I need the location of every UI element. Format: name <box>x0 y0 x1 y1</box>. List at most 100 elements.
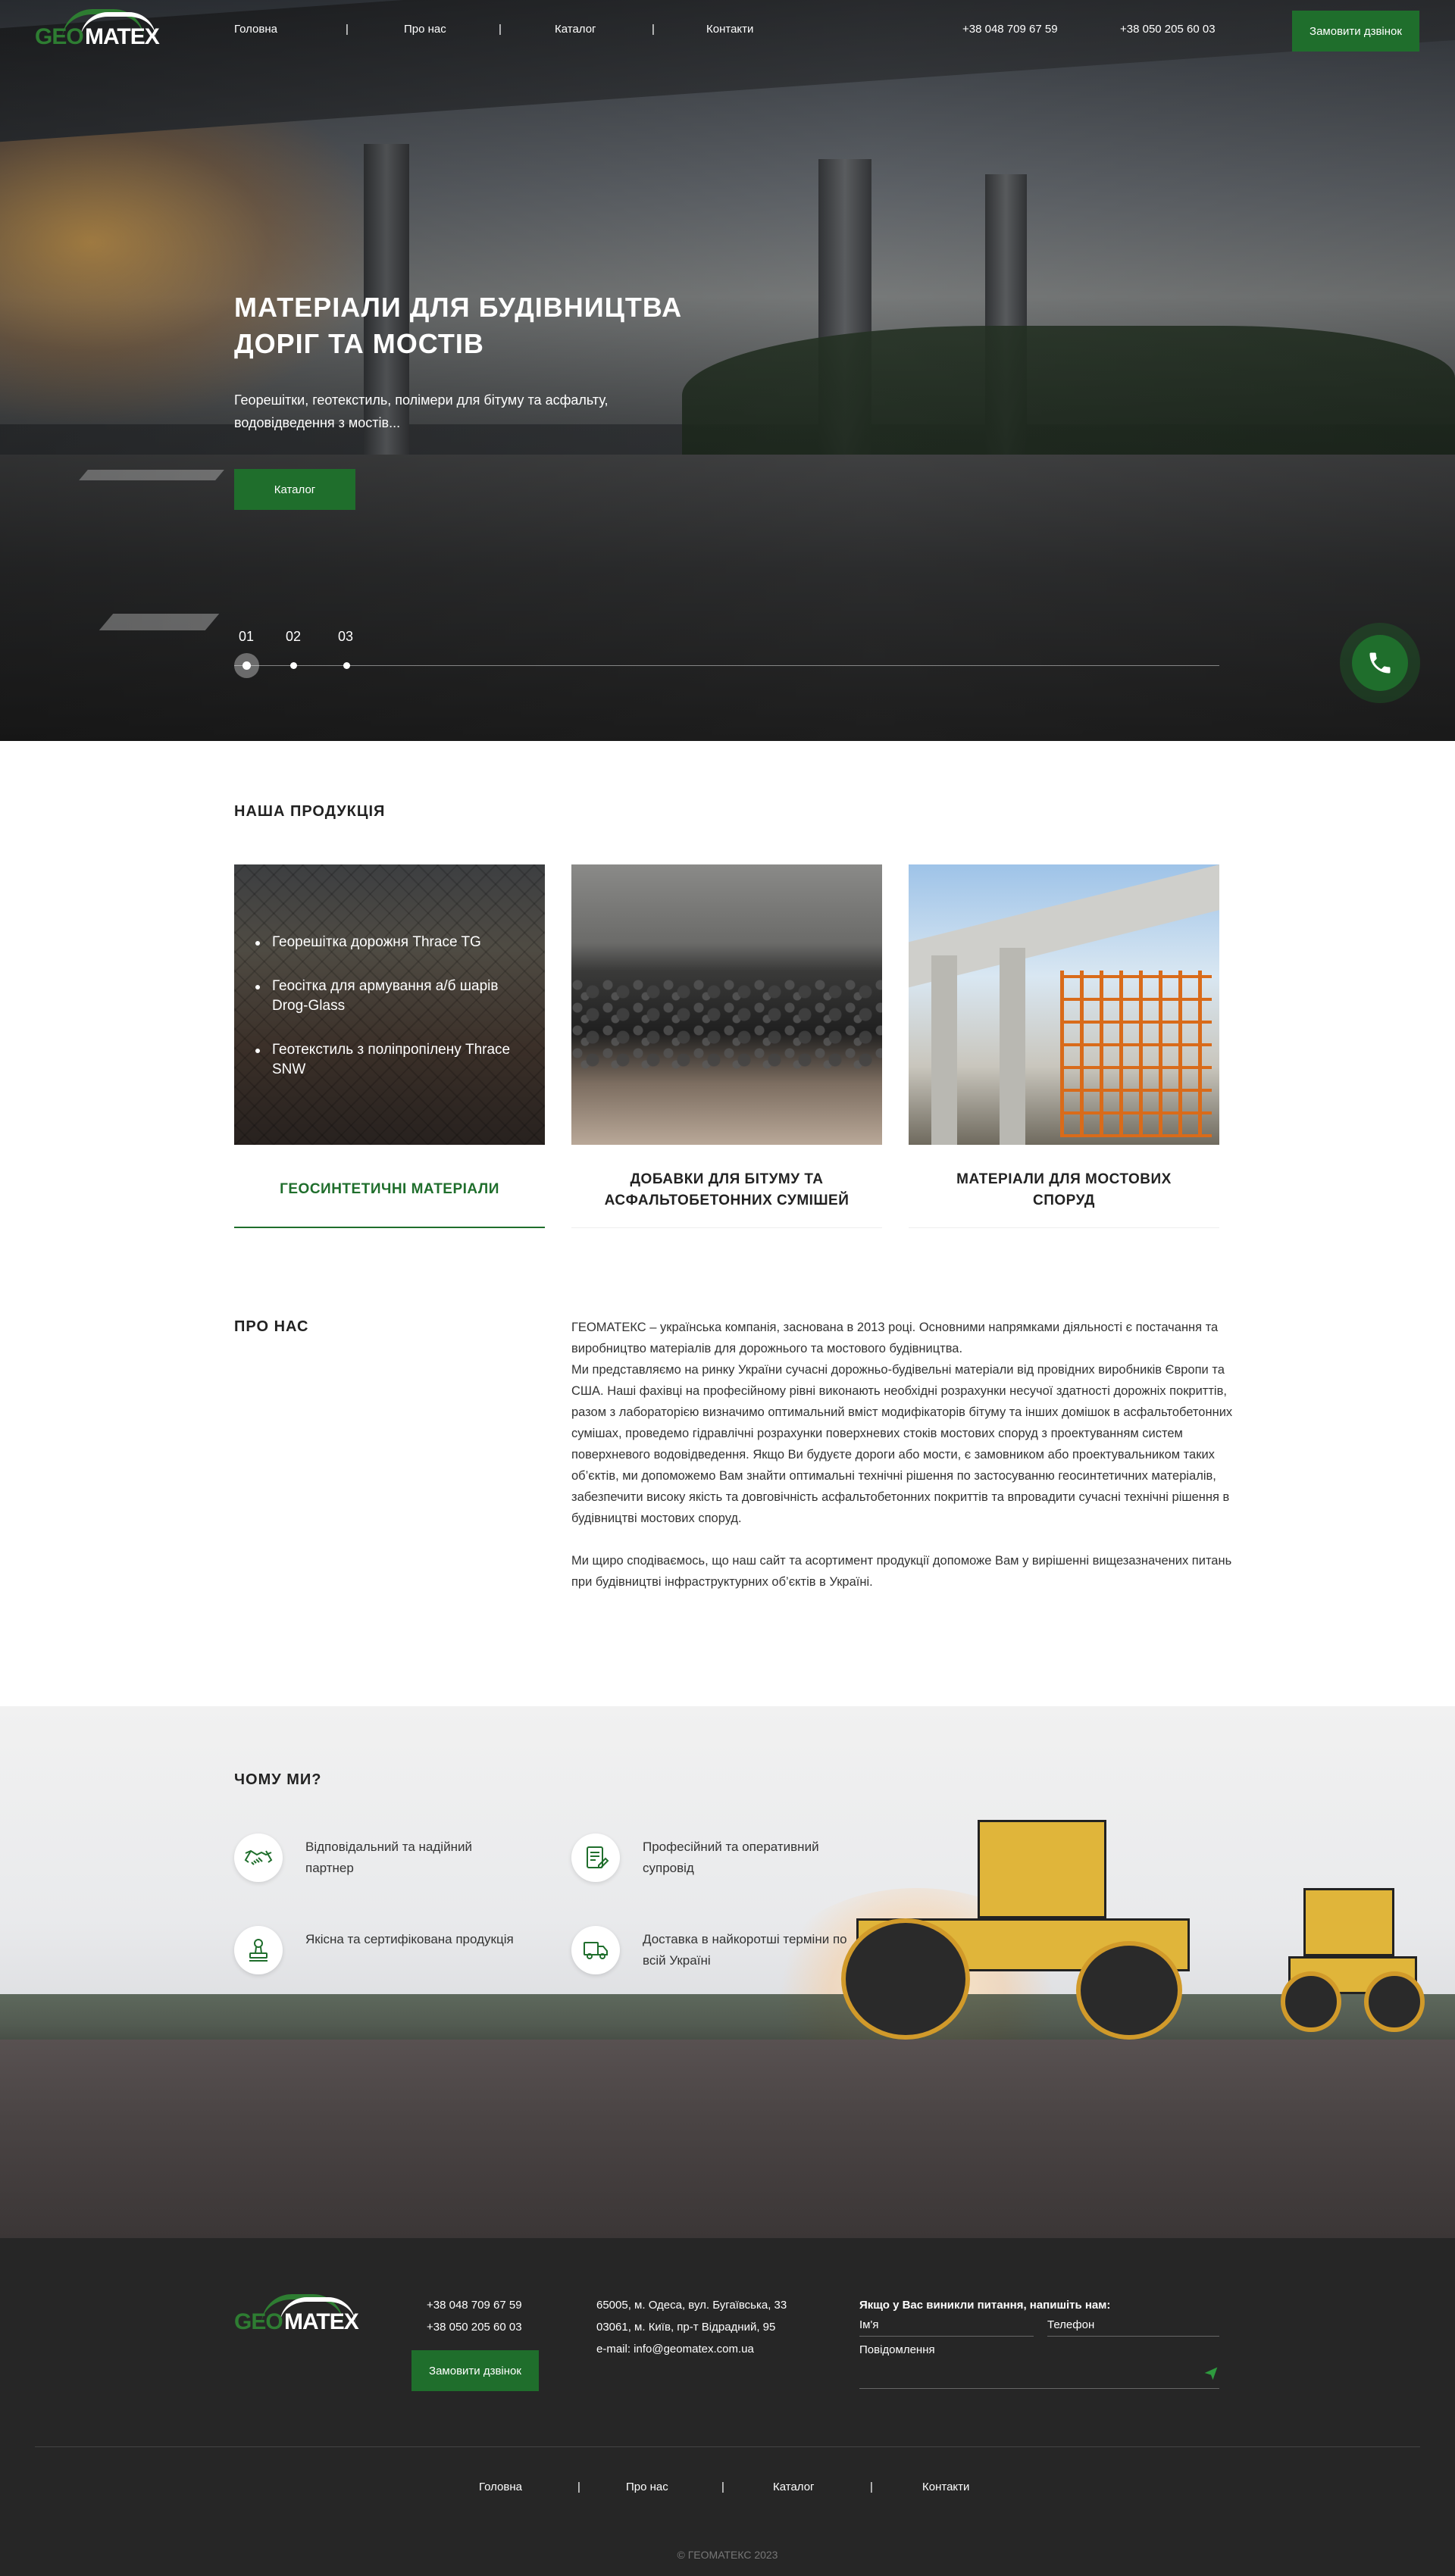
product-card-bitumen-label[interactable]: ДОБАВКИ ДЛЯ БІТУМУ ТА АСФАЛЬТОБЕТОННИХ С… <box>571 1152 882 1228</box>
feature-text: Доставка в найкоротші терміни по всій Ук… <box>643 1932 847 1968</box>
header-phone-1[interactable]: +38 048 709 67 59 <box>962 23 1058 36</box>
truck-icon <box>584 1942 608 1959</box>
feature-icon-wrap <box>234 1926 283 1974</box>
slide-dot-1[interactable] <box>242 661 251 670</box>
slide-number-3[interactable]: 03 <box>338 629 353 645</box>
why-title: ЧОМУ МИ? <box>234 1771 322 1788</box>
nav-separator: | <box>346 23 349 36</box>
roller-drum <box>1076 1941 1182 2040</box>
card-label-line: СПОРУД <box>1033 1192 1095 1208</box>
feature-text: Відповідальний та надійний партнер <box>305 1840 472 1875</box>
product-bullets: Георешітка дорожня Thrace TG Геосітка дл… <box>255 933 536 1104</box>
feature-text: Професійний та оперативний супровід <box>643 1840 819 1875</box>
footer-nav-contacts[interactable]: Контакти <box>922 2481 969 2493</box>
logo-text-matex: MATEX <box>284 2309 359 2334</box>
hero-section: GEO MATEX Головна | Про нас | Каталог | … <box>0 0 1455 741</box>
hero-title: МАТЕРІАЛИ ДЛЯ БУДІВНИЦТВА ДОРІГ ТА МОСТІ… <box>234 289 810 362</box>
nav-separator: | <box>721 2481 724 2493</box>
feature-certified-products: Якісна та сертифікована продукція <box>234 1926 518 1974</box>
nav-separator: | <box>652 23 655 36</box>
footer-address-kyiv: 03061, м. Київ, пр-т Відрадний, 95 <box>596 2321 776 2334</box>
footer-phone-1[interactable]: +38 048 709 67 59 <box>427 2299 522 2312</box>
contact-phone-input[interactable]: Телефон <box>1047 2318 1219 2337</box>
call-fab-button[interactable] <box>1340 623 1420 703</box>
slide-number-2[interactable]: 02 <box>286 629 301 645</box>
product-card-bridges-label[interactable]: МАТЕРІАЛИ ДЛЯ МОСТОВИХ СПОРУД <box>909 1152 1219 1228</box>
roller-cab <box>1303 1888 1394 1956</box>
nav-item-contacts[interactable]: Контакти <box>706 23 753 36</box>
roller-drum <box>1281 1971 1341 2032</box>
slide-dot-3[interactable] <box>343 662 350 669</box>
header-logo[interactable]: GEO MATEX <box>35 9 171 49</box>
about-paragraph: Ми щиро сподіваємось, що наш сайт та асо… <box>571 1554 1232 1589</box>
feature-professional-support: Професійний та оперативний супровід <box>571 1834 855 1882</box>
bridge-column <box>931 955 957 1145</box>
footer-navigation: Головна | Про нас | Каталог | Контакти <box>0 2458 1455 2518</box>
nav-item-home[interactable]: Головна <box>234 23 277 36</box>
card-label-line: АСФАЛЬТОБЕТОННИХ СУМІШЕЙ <box>604 1192 850 1208</box>
hero-catalog-button[interactable]: Каталог <box>234 469 355 510</box>
feature-fast-delivery: Доставка в найкоротші терміни по всій Ук… <box>571 1926 855 1974</box>
nav-separator: | <box>499 23 502 36</box>
nav-item-about[interactable]: Про нас <box>404 23 446 36</box>
footer-phone-2[interactable]: +38 050 205 60 03 <box>427 2321 522 2334</box>
scaffolding <box>1060 971 1212 1137</box>
about-text: ГЕОМАТЕКС – українська компанія, заснова… <box>571 1317 1238 1614</box>
document-edit-icon <box>587 1846 609 1868</box>
phone-icon <box>1369 652 1391 674</box>
product-card-geosynthetics-label[interactable]: ГЕОСИНТЕТИЧНІ МАТЕРІАЛИ <box>234 1152 545 1228</box>
footer-nav-home[interactable]: Головна <box>479 2481 522 2493</box>
why-treeline <box>0 1994 1455 2040</box>
product-bullet[interactable]: Геотекстиль з поліпропілену Thrace SNW <box>255 1040 536 1080</box>
feature-reliable-partner: Відповідальний та надійний партнер <box>234 1834 518 1882</box>
about-paragraph: ГЕОМАТЕКС – українська компанія, заснова… <box>571 1317 1238 1529</box>
card-label-line: ДОБАВКИ ДЛЯ БІТУМУ ТА <box>630 1171 824 1187</box>
stamp-icon <box>249 1939 268 1962</box>
nav-separator: | <box>577 2481 580 2493</box>
footer-nav-about[interactable]: Про нас <box>626 2481 668 2493</box>
product-card-bridges-image[interactable] <box>909 864 1219 1145</box>
logo-text-geo: GEO <box>35 24 84 49</box>
feature-icon-wrap <box>571 1926 620 1974</box>
header-phone-2[interactable]: +38 050 205 60 03 <box>1120 23 1216 36</box>
hero-subtitle-line: Георешітки, геотекстиль, полімери для бі… <box>234 392 609 408</box>
footer-nav-catalog[interactable]: Каталог <box>773 2481 815 2493</box>
hero-subtitle-line: водовідведення з мостів... <box>234 415 401 430</box>
about-p2: Ми представляємо на ринку України сучасн… <box>571 1363 1233 1525</box>
nav-item-catalog[interactable]: Каталог <box>555 23 596 36</box>
footer-callback-button[interactable]: Замовити дзвінок <box>411 2350 539 2391</box>
product-bullet[interactable]: Георешітка дорожня Thrace TG <box>255 933 536 952</box>
feature-icon-wrap <box>571 1834 620 1882</box>
roller-cab <box>978 1820 1106 1918</box>
top-navigation: GEO MATEX Головна | Про нас | Каталог | … <box>0 0 1455 61</box>
slide-dot-2[interactable] <box>290 662 297 669</box>
contact-form-title: Якщо у Вас виникли питання, напишіть нам… <box>859 2299 1111 2312</box>
footer <box>0 2238 1455 2576</box>
road-roller-image <box>841 1805 1205 2047</box>
about-p1: ГЕОМАТЕКС – українська компанія, заснова… <box>571 1321 1219 1355</box>
product-bullet[interactable]: Геосітка для армування а/б шарів Drog-Gl… <box>255 977 536 1016</box>
roller-drum <box>1364 1971 1425 2032</box>
callback-button[interactable]: Замовити дзвінок <box>1292 11 1419 52</box>
contact-message-input[interactable]: Повідомлення <box>859 2343 1219 2389</box>
footer-address-odesa: 65005, м. Одеса, вул. Бугаївська, 33 <box>596 2299 787 2312</box>
asphalt-texture <box>571 978 882 1069</box>
contact-name-input[interactable]: Ім'я <box>859 2318 1034 2337</box>
footer-logo[interactable]: GEO MATEX <box>234 2294 371 2334</box>
logo-text-geo: GEO <box>234 2309 283 2334</box>
feature-icon-wrap <box>234 1834 283 1882</box>
slide-number-1[interactable]: 01 <box>239 629 254 645</box>
hero-title-line: МАТЕРІАЛИ ДЛЯ БУДІВНИЦТВА <box>234 292 683 323</box>
call-fab-inner <box>1352 635 1408 691</box>
products-title: НАША ПРОДУКЦІЯ <box>234 803 386 820</box>
footer-email[interactable]: e-mail: info@geomatex.com.ua <box>596 2343 754 2356</box>
about-title: ПРО НАС <box>234 1318 309 1335</box>
product-card-bitumen-image[interactable] <box>571 864 882 1145</box>
handshake-icon <box>244 1849 273 1865</box>
product-card-geosynthetics-image[interactable]: Георешітка дорожня Thrace TG Геосітка дл… <box>234 864 545 1145</box>
nav-separator: | <box>870 2481 873 2493</box>
hero-subtitle: Георешітки, геотекстиль, полімери для бі… <box>234 389 704 434</box>
hero-shade <box>0 0 1455 741</box>
send-icon[interactable] <box>1203 2365 1219 2381</box>
roller-drum <box>841 1918 970 2040</box>
